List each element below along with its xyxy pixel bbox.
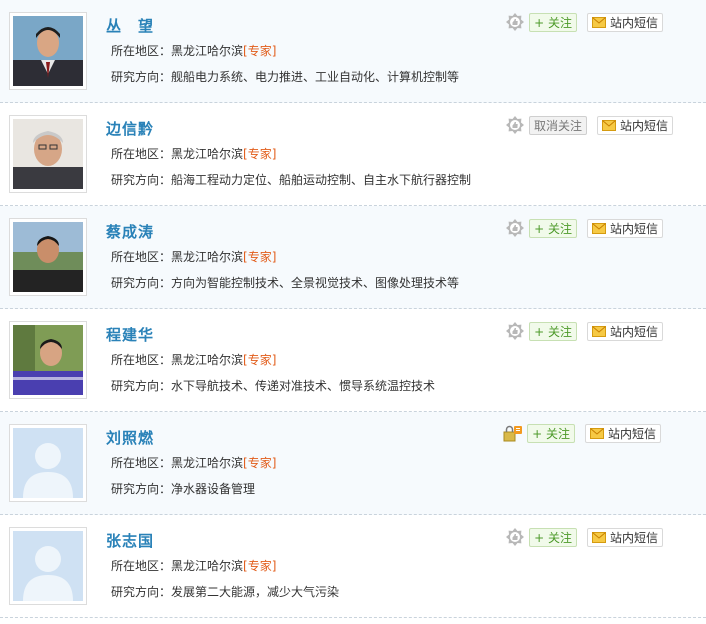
research-value: 发展第二大能源，减少大气污染 xyxy=(171,585,340,599)
mail-icon xyxy=(591,531,606,543)
research-label: 研究方向： xyxy=(111,482,172,496)
region-value: 黑龙江哈尔滨 xyxy=(171,353,244,367)
message-label: 站内短信 xyxy=(609,530,658,545)
expert-name-link[interactable]: 丛 望 xyxy=(106,15,154,36)
research-label: 研究方向： xyxy=(111,276,172,290)
region-label: 所在地区： xyxy=(111,559,172,573)
avatar[interactable] xyxy=(9,321,87,399)
avatar[interactable] xyxy=(9,424,87,502)
region-value: 黑龙江哈尔滨 xyxy=(171,44,244,58)
like-icon[interactable] xyxy=(505,527,525,547)
region-row: 所在地区：黑龙江哈尔滨[专家] xyxy=(111,557,276,574)
expert-tag: [专家] xyxy=(243,250,277,264)
list-item: 张志国 所在地区：黑龙江哈尔滨[专家] 研究方向：发展第二大能源，减少大气污染 … xyxy=(0,515,706,618)
avatar[interactable] xyxy=(9,527,87,605)
follow-button[interactable]: + 关注 xyxy=(527,424,575,443)
expert-name-link[interactable]: 张志国 xyxy=(106,530,154,551)
message-button[interactable]: 站内短信 xyxy=(586,321,663,341)
region-value: 黑龙江哈尔滨 xyxy=(171,456,244,470)
research-row: 研究方向：船海工程动力定位、船舶运动控制、自主水下航行器控制 xyxy=(111,171,471,188)
research-value: 船海工程动力定位、船舶运动控制、自主水下航行器控制 xyxy=(171,173,472,187)
like-icon[interactable] xyxy=(505,12,525,32)
message-button[interactable]: 站内短信 xyxy=(584,424,661,443)
follow-button[interactable]: + 关注 xyxy=(529,321,577,341)
expert-tag: [专家] xyxy=(243,456,277,470)
like-icon[interactable] xyxy=(505,115,525,135)
lock-icon xyxy=(503,425,523,443)
expert-tag: [专家] xyxy=(243,147,277,161)
message-button[interactable]: 站内短信 xyxy=(586,218,663,238)
list-item: 边信黔 所在地区：黑龙江哈尔滨[专家] 研究方向：船海工程动力定位、船舶运动控制… xyxy=(0,103,706,206)
list-item: 程建华 所在地区：黑龙江哈尔滨[专家] 研究方向：水下导航技术、传递对准技术、惯… xyxy=(0,309,706,412)
research-value: 舰船电力系统、电力推进、工业自动化、计算机控制等 xyxy=(171,70,460,84)
expert-tag: [专家] xyxy=(243,559,277,573)
divider xyxy=(0,617,706,618)
avatar[interactable] xyxy=(9,12,87,90)
region-row: 所在地区：黑龙江哈尔滨[专家] xyxy=(111,248,276,265)
research-row: 研究方向：发展第二大能源，减少大气污染 xyxy=(111,583,339,600)
expert-list: 丛 望 所在地区：黑龙江哈尔滨[专家] 研究方向：舰船电力系统、电力推进、工业自… xyxy=(0,0,706,618)
follow-button[interactable]: + 关注 xyxy=(529,12,577,32)
region-row: 所在地区：黑龙江哈尔滨[专家] xyxy=(111,351,276,368)
expert-name-link[interactable]: 程建华 xyxy=(106,324,154,345)
expert-tag: [专家] xyxy=(243,353,277,367)
region-row: 所在地区：黑龙江哈尔滨[专家] xyxy=(111,454,276,471)
expert-tag: [专家] xyxy=(243,44,277,58)
region-label: 所在地区： xyxy=(111,353,172,367)
message-label: 站内短信 xyxy=(609,324,658,339)
avatar[interactable] xyxy=(9,115,87,193)
research-label: 研究方向： xyxy=(111,70,172,84)
mail-icon xyxy=(591,222,606,234)
region-value: 黑龙江哈尔滨 xyxy=(171,147,244,161)
region-label: 所在地区： xyxy=(111,44,172,58)
list-item: 蔡成涛 所在地区：黑龙江哈尔滨[专家] 研究方向：方向为智能控制技术、全景视觉技… xyxy=(0,206,706,309)
mail-icon xyxy=(591,325,606,337)
research-row: 研究方向：方向为智能控制技术、全景视觉技术、图像处理技术等 xyxy=(111,274,459,291)
region-value: 黑龙江哈尔滨 xyxy=(171,559,244,573)
research-value: 净水器设备管理 xyxy=(171,482,256,496)
region-row: 所在地区：黑龙江哈尔滨[专家] xyxy=(111,145,276,162)
region-row: 所在地区：黑龙江哈尔滨[专家] xyxy=(111,42,276,59)
list-item: 丛 望 所在地区：黑龙江哈尔滨[专家] 研究方向：舰船电力系统、电力推进、工业自… xyxy=(0,0,706,103)
list-item: 刘照燃 所在地区：黑龙江哈尔滨[专家] 研究方向：净水器设备管理 + 关注 站内… xyxy=(0,412,706,515)
like-icon[interactable] xyxy=(505,321,525,341)
like-icon[interactable] xyxy=(505,218,525,238)
message-label: 站内短信 xyxy=(607,427,656,441)
mail-icon xyxy=(589,428,604,439)
research-row: 研究方向：净水器设备管理 xyxy=(111,480,255,497)
message-button[interactable]: 站内短信 xyxy=(586,12,663,32)
research-label: 研究方向： xyxy=(111,173,172,187)
message-button[interactable]: 站内短信 xyxy=(596,115,673,135)
region-label: 所在地区： xyxy=(111,456,172,470)
follow-button[interactable]: + 关注 xyxy=(529,527,577,547)
research-row: 研究方向：水下导航技术、传递对准技术、惯导系统温控技术 xyxy=(111,377,435,394)
follow-button[interactable]: + 关注 xyxy=(529,218,577,238)
research-row: 研究方向：舰船电力系统、电力推进、工业自动化、计算机控制等 xyxy=(111,68,459,85)
research-value: 方向为智能控制技术、全景视觉技术、图像处理技术等 xyxy=(171,276,460,290)
region-value: 黑龙江哈尔滨 xyxy=(171,250,244,264)
mail-icon xyxy=(591,16,606,28)
research-label: 研究方向： xyxy=(111,585,172,599)
message-label: 站内短信 xyxy=(609,221,658,236)
expert-name-link[interactable]: 蔡成涛 xyxy=(106,221,154,242)
research-label: 研究方向： xyxy=(111,379,172,393)
message-label: 站内短信 xyxy=(609,15,658,30)
region-label: 所在地区： xyxy=(111,147,172,161)
mail-icon xyxy=(601,119,616,131)
region-label: 所在地区： xyxy=(111,250,172,264)
unfollow-button[interactable]: 取消关注 xyxy=(528,115,587,135)
expert-name-link[interactable]: 刘照燃 xyxy=(106,427,154,448)
avatar[interactable] xyxy=(9,218,87,296)
message-button[interactable]: 站内短信 xyxy=(586,527,663,547)
expert-name-link[interactable]: 边信黔 xyxy=(106,118,154,139)
message-label: 站内短信 xyxy=(619,118,668,133)
research-value: 水下导航技术、传递对准技术、惯导系统温控技术 xyxy=(171,379,436,393)
